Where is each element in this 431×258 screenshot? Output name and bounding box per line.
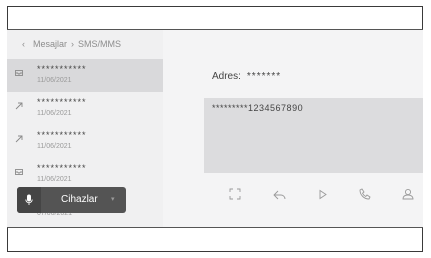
message-list-item[interactable]: *********** 11/06/2021 [7, 59, 163, 92]
message-date: 11/06/2021 [37, 143, 72, 150]
breadcrumb-separator: › [71, 39, 75, 49]
message-toolbar [204, 179, 423, 209]
expand-icon[interactable] [226, 185, 244, 203]
message-sender: *********** [37, 163, 87, 173]
message-date: 11/06/2021 [37, 77, 72, 84]
microphone-icon[interactable] [17, 187, 41, 213]
address-label: Adres: [212, 71, 241, 82]
phone-icon[interactable] [356, 185, 374, 203]
inbox-icon [14, 167, 24, 177]
message-list-item[interactable]: *********** 11/06/2021 [7, 92, 163, 125]
message-sender: *********** [37, 97, 87, 107]
bottom-divider [7, 227, 423, 228]
inbox-icon [14, 68, 24, 78]
message-body-text: *********1234567890 [212, 103, 304, 113]
message-date: 11/06/2021 [37, 110, 72, 117]
message-list-item[interactable]: *********** 11/06/2021 [7, 125, 163, 158]
breadcrumb: ‹ Mesajlar › SMS/MMS [7, 29, 163, 59]
address-line: Adres: ******* [212, 71, 281, 82]
message-sender: *********** [37, 130, 87, 140]
back-chevron-icon[interactable]: ‹ [22, 39, 25, 49]
message-date: 11/06/2021 [37, 176, 72, 183]
outgoing-arrow-icon [14, 134, 24, 144]
address-value: ******* [246, 71, 282, 82]
top-divider [7, 29, 423, 30]
breadcrumb-parent[interactable]: Mesajlar [33, 39, 67, 49]
contact-icon[interactable] [399, 185, 417, 203]
message-detail-pane: Adres: ******* *********1234567890 [163, 29, 423, 227]
breadcrumb-current: SMS/MMS [78, 39, 122, 49]
chevron-down-icon[interactable]: ▾ [111, 187, 115, 213]
message-body-box[interactable]: *********1234567890 [204, 98, 423, 173]
outgoing-arrow-icon [14, 101, 24, 111]
voice-assistant-bar[interactable]: Cihazlar ▾ [17, 187, 126, 213]
voice-device-label: Cihazlar [61, 194, 98, 205]
message-sender: *********** [37, 64, 87, 74]
sms-screen: ‹ Mesajlar › SMS/MMS *********** 11/06/2… [7, 29, 423, 227]
reply-icon[interactable] [270, 185, 288, 203]
play-icon[interactable] [314, 185, 332, 203]
